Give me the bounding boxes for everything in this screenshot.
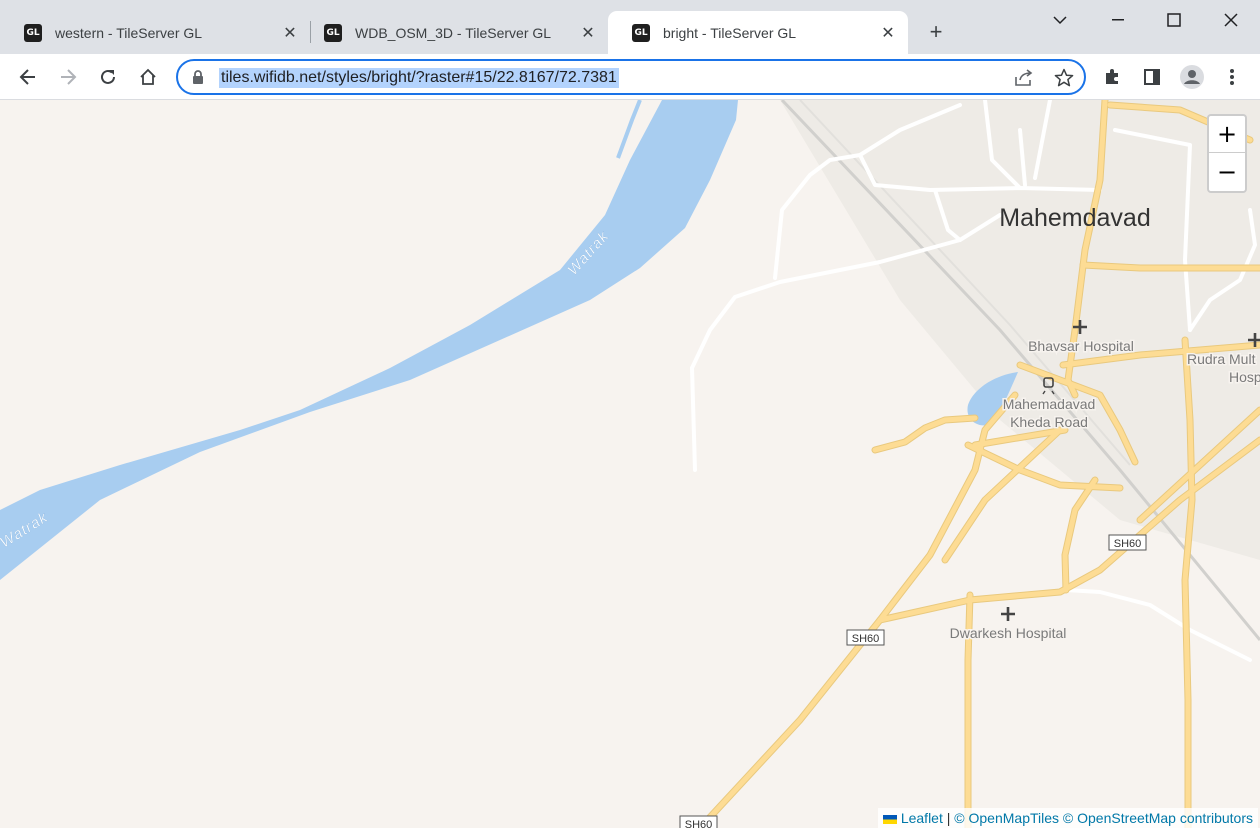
close-window-button[interactable] [1203,0,1259,40]
forward-button[interactable] [52,61,84,93]
home-icon [140,68,156,85]
url-text[interactable]: tiles.wifidb.net/styles/bright/?raster#1… [219,68,619,88]
tab-wdb-osm-3d[interactable]: GL WDB_OSM_3D - TileServer GL ✕ [300,11,608,54]
attribution-separator: | [946,810,951,826]
tab-title: WDB_OSM_3D - TileServer GL [355,24,552,41]
home-button[interactable] [132,61,164,93]
close-tab-icon[interactable]: ✕ [878,23,898,43]
minimize-button[interactable] [1090,0,1146,40]
road-shield-label: SH60 [1114,538,1142,550]
openmaptiles-link[interactable]: © OpenMapTiles [954,810,1059,826]
reload-icon [101,69,115,84]
new-tab-button[interactable]: + [922,18,950,46]
tab-search-button[interactable] [1032,0,1088,40]
zoom-control: + − [1207,114,1247,193]
minimize-icon [1112,19,1124,21]
tab-bright[interactable]: GL bright - TileServer GL ✕ [608,11,908,54]
back-button[interactable] [12,61,44,93]
poi-label-rudra-hospital-2: Hosp [1229,369,1260,385]
reload-button[interactable] [92,61,124,93]
tab-western[interactable]: GL western - TileServer GL ✕ [0,11,310,54]
close-tab-icon[interactable]: ✕ [280,23,300,43]
watrak-river [0,100,738,580]
avatar-icon [1180,65,1204,89]
menu-button[interactable] [1216,61,1248,93]
browser-window: GL western - TileServer GL ✕ GL WDB_OSM_… [0,0,1260,828]
town-label: Mahemdavad [999,204,1150,232]
chevron-down-icon [1053,16,1067,25]
poi-label-station: Mahemadavad [1003,396,1096,412]
map-canvas[interactable]: Watrak Watrak Mahemdavad Bhavsar Hospita… [0,100,1260,828]
poi-label-rudra-hospital: Rudra Mult [1187,351,1256,367]
close-tab-icon[interactable]: ✕ [578,23,598,43]
map-view[interactable]: Watrak Watrak Mahemdavad Bhavsar Hospita… [0,100,1260,828]
tileserver-favicon-icon: GL [324,23,342,42]
zoom-in-button[interactable]: + [1209,116,1245,153]
profile-button[interactable] [1176,61,1208,93]
lock-icon [193,70,203,84]
road-shield: SH60 [679,815,718,828]
zoom-out-button[interactable]: − [1209,153,1245,190]
tab-strip: GL western - TileServer GL ✕ GL WDB_OSM_… [0,0,1260,54]
close-icon [1224,13,1238,27]
road-shield: SH60 [1108,534,1147,551]
puzzle-icon [1106,69,1118,84]
bookmark-star-icon[interactable] [1054,68,1074,88]
tab-title: western - TileServer GL [55,24,203,41]
maximize-button[interactable] [1146,0,1202,40]
poi-label-dwarkesh-hospital: Dwarkesh Hospital [950,625,1067,641]
road-shield-label: SH60 [852,633,880,645]
share-icon[interactable] [1014,69,1034,87]
arrow-right-icon [61,69,77,85]
openstreetmap-link[interactable]: © OpenStreetMap contributors [1063,810,1253,826]
ukraine-flag-icon [882,814,897,824]
kebab-menu-icon [1230,69,1234,85]
address-bar[interactable]: tiles.wifidb.net/styles/bright/?raster#1… [176,59,1086,95]
tileserver-favicon-icon: GL [24,23,42,42]
road-shield-label: SH60 [685,819,713,828]
poi-label-station-2: Kheda Road [1010,414,1088,430]
extensions-button[interactable] [1096,61,1128,93]
side-panel-button[interactable] [1136,61,1168,93]
hospital-icon [1001,607,1015,621]
road-shield: SH60 [846,629,885,646]
tab-title: bright - TileServer GL [663,24,797,41]
arrow-left-icon [19,69,35,85]
tileserver-favicon-icon: GL [632,23,650,42]
side-panel-icon [1144,69,1160,85]
map-attribution: Leaflet | © OpenMapTiles © OpenStreetMap… [877,808,1258,828]
browser-toolbar: tiles.wifidb.net/styles/bright/?raster#1… [0,54,1260,100]
maximize-icon [1167,13,1181,27]
leaflet-link[interactable]: Leaflet [901,810,943,826]
poi-label-bhavsar-hospital: Bhavsar Hospital [1028,338,1134,354]
